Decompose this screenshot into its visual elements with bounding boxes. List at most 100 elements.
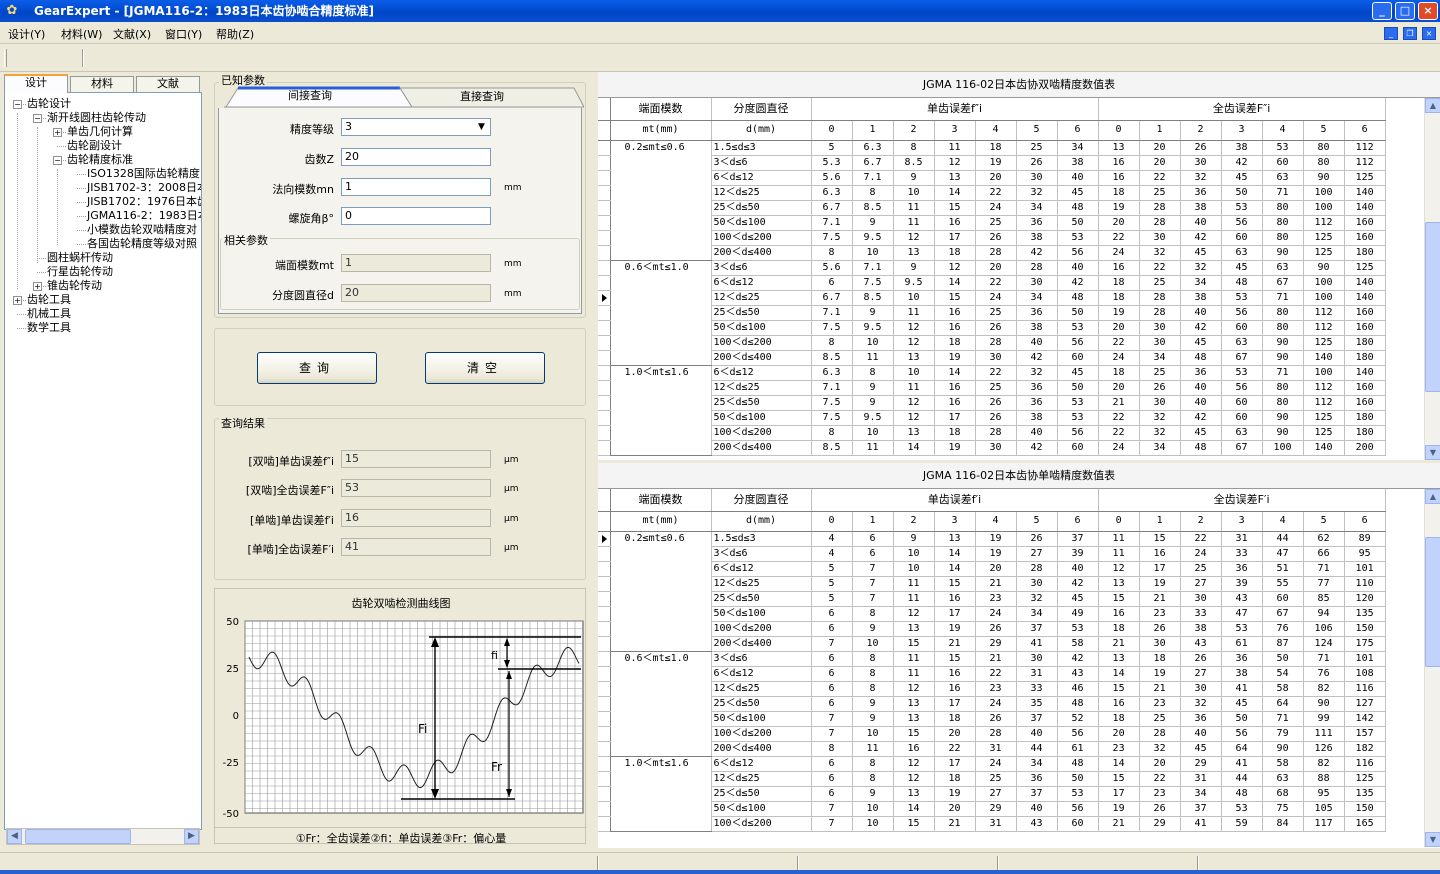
- table-row[interactable]: 25＜d≤50 7.5 9 12 16 26 36 53 21 30 40 60 80 112 160: [598, 395, 1386, 411]
- table-row[interactable]: 100＜d≤200 6 9 13 19 26 37 53 18 26 38 53 76 106 150: [598, 621, 1386, 637]
- table-row[interactable]: 12＜d≤25 6 8 12 16 23 33 46 15 21 30 41 58 82 116: [598, 681, 1386, 697]
- row-selector[interactable]: [598, 696, 611, 712]
- tab-literature[interactable]: 文献: [136, 76, 200, 92]
- tree-item[interactable]: JISB1702-3：2008日本: [87, 181, 201, 195]
- row-selector[interactable]: [598, 320, 611, 336]
- table-row[interactable]: 25＜d≤50 6 9 13 17 24 35 48 16 23 32 45 64 90 127: [598, 696, 1386, 712]
- scroll-thumb[interactable]: [1425, 222, 1440, 392]
- tree-item[interactable]: 单齿几何计算: [67, 125, 133, 139]
- row-selector[interactable]: [598, 380, 611, 396]
- chevron-down-icon[interactable]: ▼: [474, 120, 489, 134]
- row-selector[interactable]: [598, 726, 611, 742]
- table2-vertical-scrollbar[interactable]: ▲ ▼: [1424, 489, 1440, 847]
- tree-item[interactable]: 各国齿轮精度等级对照: [87, 237, 197, 251]
- row-selector[interactable]: [598, 440, 611, 456]
- tree-item[interactable]: 锥齿轮传动: [47, 279, 102, 293]
- row-selector[interactable]: [598, 305, 611, 321]
- scroll-down-icon[interactable]: ▼: [1425, 832, 1440, 847]
- table-row[interactable]: 100＜d≤200 8 10 13 18 28 40 56 22 32 45 63 90 125 180: [598, 425, 1386, 441]
- table-row[interactable]: 6＜d≤12 6 8 11 16 22 31 43 14 19 27 38 54 76 108: [598, 666, 1386, 682]
- collapse-icon[interactable]: −: [13, 100, 22, 109]
- row-selector[interactable]: [598, 335, 611, 351]
- table-row[interactable]: 6＜d≤12 5 7 10 14 20 28 40 12 17 25 36 51 71 101: [598, 561, 1386, 577]
- row-selector[interactable]: [598, 365, 611, 381]
- row-selector[interactable]: [598, 681, 611, 697]
- table-row[interactable]: 50＜d≤100 7 9 13 18 26 37 52 18 25 36 50 71 99 142: [598, 711, 1386, 727]
- table-row[interactable]: 50＜d≤100 7.5 9.5 12 16 26 38 53 20 30 42 60 80 112 160: [598, 320, 1386, 336]
- row-selector[interactable]: [598, 260, 611, 276]
- row-selector[interactable]: [598, 771, 611, 787]
- expand-icon[interactable]: +: [33, 282, 42, 291]
- row-selector[interactable]: [598, 786, 611, 802]
- table-row[interactable]: 12＜d≤25 6.7 8.5 10 15 24 34 48 18 28 38 53 71 100 140: [598, 290, 1386, 306]
- table-row[interactable]: 200＜d≤400 8.5 11 13 19 30 42 60 24 34 48 67 90 140 180: [598, 350, 1386, 366]
- table-row[interactable]: 3＜d≤6 4 6 10 14 19 27 39 11 16 24 33 47 66 95: [598, 546, 1386, 562]
- table-row[interactable]: 25＜d≤50 6 9 13 19 27 37 53 17 23 34 48 68 95 135: [598, 786, 1386, 802]
- scroll-thumb[interactable]: [1425, 537, 1440, 667]
- table-row[interactable]: 1.0＜mt≤1.6 6＜d≤12 6 8 12 17 24 34 48 14 20 29 41 58 82…: [598, 756, 1386, 832]
- row-selector[interactable]: [598, 245, 611, 261]
- table-row[interactable]: 1.0＜mt≤1.6 6＜d≤12 6.3 8 10 14 22 32 45 18 25 36 53 71…: [598, 365, 1386, 456]
- row-selector[interactable]: [598, 140, 611, 156]
- row-selector[interactable]: [598, 170, 611, 186]
- row-selector[interactable]: [598, 155, 611, 171]
- tree-item[interactable]: 齿轮副设计: [67, 139, 122, 153]
- row-selector[interactable]: [598, 531, 611, 547]
- row-selector[interactable]: [598, 410, 611, 426]
- tree-item[interactable]: 小模数齿轮双啮精度对: [87, 223, 197, 237]
- tab-direct-query[interactable]: 直接查询: [422, 88, 542, 108]
- table-row[interactable]: 3＜d≤6 5.3 6.7 8.5 12 19 26 38 16 20 30 42 60 80 112: [598, 155, 1386, 171]
- close-button[interactable]: ×: [1418, 2, 1438, 20]
- table-row[interactable]: 200＜d≤400 8 10 13 18 28 42 56 24 32 45 63 90 125 180: [598, 245, 1386, 261]
- row-selector[interactable]: [598, 801, 611, 817]
- expand-icon[interactable]: +: [53, 128, 62, 137]
- table-row[interactable]: 100＜d≤200 7 10 15 21 31 43 60 21 29 41 59 84 117 165: [598, 816, 1386, 832]
- menu-material[interactable]: 材料(W): [61, 26, 102, 42]
- minimize-button[interactable]: _: [1372, 2, 1392, 20]
- table-row[interactable]: 50＜d≤100 7 10 14 20 29 40 56 19 26 37 53 75 105 150: [598, 801, 1386, 817]
- menu-design[interactable]: 设计(Y): [8, 26, 45, 42]
- row-selector[interactable]: [598, 636, 611, 652]
- helix-angle-input[interactable]: 0: [341, 207, 491, 225]
- row-selector[interactable]: [598, 546, 611, 562]
- row-selector[interactable]: [598, 651, 611, 667]
- table-row[interactable]: 100＜d≤200 7 10 15 20 28 40 56 20 28 40 56 79 111 157: [598, 726, 1386, 742]
- row-selector[interactable]: [598, 200, 611, 216]
- mdi-minimize-button[interactable]: _: [1384, 27, 1398, 40]
- expand-icon[interactable]: +: [13, 296, 22, 305]
- row-selector[interactable]: [598, 711, 611, 727]
- row-selector[interactable]: [598, 561, 611, 577]
- table-row[interactable]: 12＜d≤25 5 7 11 15 21 30 42 13 19 27 39 55 77 110: [598, 576, 1386, 592]
- precision-grade-select[interactable]: 3 ▼: [341, 118, 491, 136]
- table-row[interactable]: 50＜d≤100 7.1 9 11 16 25 36 50 20 28 40 56 80 112 160: [598, 215, 1386, 231]
- clear-button[interactable]: 清空: [425, 352, 545, 384]
- tab-indirect-query[interactable]: 间接查询: [250, 87, 370, 107]
- tree-item[interactable]: JGMA116-2：1983日本: [87, 209, 201, 223]
- tree-item[interactable]: ISO1328国际齿轮精度: [87, 167, 200, 181]
- tab-material[interactable]: 材料: [70, 76, 134, 92]
- normal-module-input[interactable]: 1: [341, 178, 491, 196]
- row-selector[interactable]: [598, 606, 611, 622]
- scroll-left-icon[interactable]: ◀: [7, 829, 22, 844]
- tab-design[interactable]: 设计: [4, 74, 68, 93]
- table-row[interactable]: 100＜d≤200 7.5 9.5 12 17 26 38 53 22 30 42 60 80 125 16…: [598, 230, 1386, 246]
- table-row[interactable]: 200＜d≤400 8 11 16 22 31 44 61 23 32 45 64 90 126 182: [598, 741, 1386, 757]
- table-row[interactable]: 200＜d≤400 7 10 15 21 29 41 58 21 30 43 61 87 124 175: [598, 636, 1386, 652]
- maximize-button[interactable]: □: [1395, 2, 1415, 20]
- table-row[interactable]: 6＜d≤12 6 7.5 9.5 14 22 30 42 18 25 34 48 67 100 140: [598, 275, 1386, 291]
- teeth-count-input[interactable]: 20: [341, 148, 491, 166]
- table-row[interactable]: 0.2≤mt≤0.6 1.5≤d≤3 4 6 9 13 19 26 37 11 15 22 31 44 62…: [598, 531, 1386, 652]
- tree-item[interactable]: 数学工具: [27, 321, 71, 335]
- menu-window[interactable]: 窗口(Y): [165, 26, 202, 42]
- row-selector[interactable]: [598, 666, 611, 682]
- mdi-close-button[interactable]: ×: [1422, 27, 1436, 40]
- row-selector[interactable]: [598, 185, 611, 201]
- table-row[interactable]: 100＜d≤200 8 10 12 18 28 40 56 22 30 45 63 90 125 180: [598, 335, 1386, 351]
- tree-horizontal-scrollbar[interactable]: ◀ ▶: [6, 828, 200, 845]
- row-selector[interactable]: [598, 741, 611, 757]
- table-row[interactable]: 25＜d≤50 6.7 8.5 11 15 24 34 48 19 28 38 53 80 100 140: [598, 200, 1386, 216]
- table-row[interactable]: 12＜d≤25 7.1 9 11 16 25 36 50 20 26 40 56 80 112 160: [598, 380, 1386, 396]
- collapse-icon[interactable]: −: [33, 114, 42, 123]
- tree-item[interactable]: 机械工具: [27, 307, 71, 321]
- scroll-right-icon[interactable]: ▶: [184, 829, 199, 844]
